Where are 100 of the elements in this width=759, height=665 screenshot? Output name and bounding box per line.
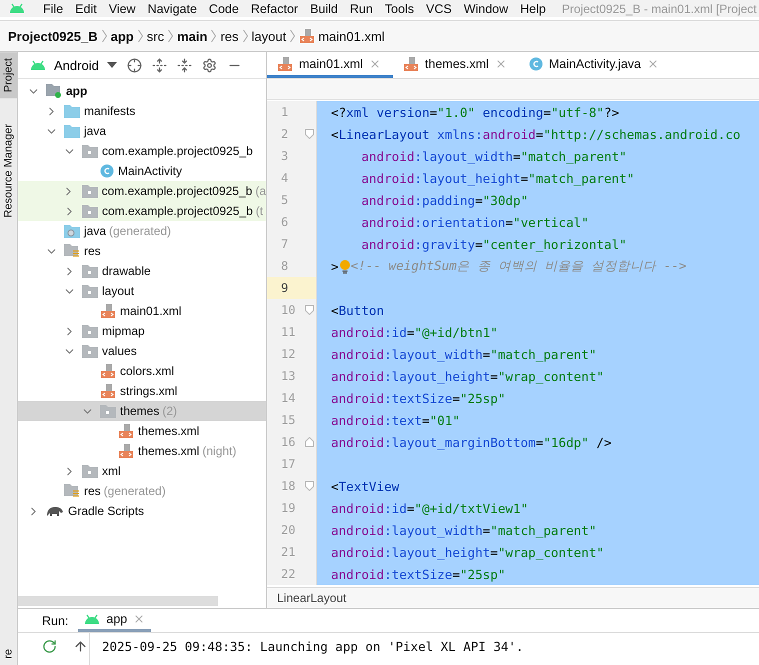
android-icon: [9, 3, 25, 14]
breadcrumb-item[interactable]: main01.xml: [299, 28, 385, 44]
code-line: android:id="@+id/txtView1": [331, 500, 528, 516]
close-icon[interactable]: [494, 58, 507, 70]
line-number: 19: [281, 501, 296, 515]
xml-file-icon: [277, 56, 293, 72]
tree-item[interactable]: layout: [18, 281, 266, 301]
tree-item[interactable]: java (generated): [18, 221, 266, 241]
chevron-right-icon: [168, 29, 174, 43]
line-number: 10: [281, 303, 296, 317]
line-number: 17: [281, 457, 296, 471]
line-number: 14: [281, 391, 296, 405]
settings-icon[interactable]: [202, 58, 217, 72]
view-selector[interactable]: Android: [30, 58, 117, 72]
rerun-icon[interactable]: [42, 639, 57, 654]
chevron-right-icon: [138, 29, 143, 43]
resource-folder-icon: [64, 244, 80, 258]
lightbulb-icon[interactable]: [338, 258, 351, 274]
code-line: android:layout_width="match_parent": [331, 346, 596, 362]
menu-item[interactable]: Window: [458, 2, 514, 16]
tree-item[interactable]: manifests: [18, 101, 266, 121]
tree-item[interactable]: themes (2): [18, 401, 266, 421]
tree-item[interactable]: com.example.project0925_b: [18, 141, 266, 161]
resource-manager-tab[interactable]: Resource Manager: [0, 118, 17, 224]
tree-item-hint: (t: [256, 204, 264, 218]
tree-item[interactable]: themes.xml: [18, 421, 266, 441]
tree-item[interactable]: mipmap: [18, 321, 266, 341]
tree-item[interactable]: res: [18, 241, 266, 261]
android-icon: [30, 60, 46, 70]
chevron-right-icon: [211, 29, 216, 43]
tree-item-hint: (generated): [104, 484, 166, 498]
close-icon[interactable]: [368, 58, 381, 70]
code-line: android:layout_width="match_parent": [331, 522, 596, 538]
tree-item[interactable]: Gradle Scripts: [18, 501, 266, 521]
tree-item[interactable]: xml: [18, 461, 266, 481]
editor-tab[interactable]: themes.xml: [392, 52, 519, 78]
tree-item-hint: (2): [162, 404, 178, 418]
elephant-icon: [46, 505, 64, 517]
xml-file-icon: [118, 423, 134, 439]
crosshair-icon[interactable]: [126, 58, 142, 72]
menu-item[interactable]: Tools: [378, 2, 420, 16]
code-line: android:layout_height="match_parent": [360, 170, 634, 186]
code-line: android:gravity="center_horizontal": [360, 236, 627, 252]
folder-icon: [82, 324, 98, 338]
line-number: 18: [281, 479, 296, 493]
menu-item[interactable]: Edit: [69, 2, 103, 16]
code-line: <LinearLayout xmlns:android="http://schemas.android.co: [331, 126, 740, 142]
folder-icon: [100, 404, 116, 418]
scrollbar[interactable]: [18, 596, 218, 606]
editor-tab[interactable]: MainActivity.java: [518, 52, 671, 78]
breadcrumb-item[interactable]: src: [146, 28, 164, 44]
xml-file-icon: [100, 363, 116, 379]
menu-item[interactable]: Navigate: [142, 2, 203, 16]
structure-breadcrumb[interactable]: LinearLayout: [267, 587, 759, 608]
close-icon[interactable]: [647, 58, 659, 70]
tree-item[interactable]: colors.xml: [18, 361, 266, 381]
class-icon: [100, 164, 114, 178]
breadcrumb-item[interactable]: layout: [252, 28, 286, 44]
tree-item[interactable]: strings.xml: [18, 381, 266, 401]
project-tool-tab[interactable]: Project: [0, 52, 17, 98]
tree-item[interactable]: app: [18, 81, 266, 101]
folder-icon: [82, 264, 98, 278]
folder-icon: [82, 144, 98, 158]
run-tab[interactable]: app: [78, 609, 152, 632]
tree-item[interactable]: values: [18, 341, 266, 361]
tree-item[interactable]: com.example.project0925_b (t: [18, 201, 266, 221]
breadcrumb-item[interactable]: Project0925_B: [8, 28, 98, 44]
tree-item[interactable]: main01.xml: [18, 301, 266, 321]
tree-item[interactable]: themes.xml (night): [18, 441, 266, 461]
line-number: 20: [281, 523, 296, 537]
menu-item[interactable]: Refactor: [244, 2, 304, 16]
tree-item[interactable]: java: [18, 121, 266, 141]
menu-item[interactable]: View: [102, 2, 142, 16]
code-line: android:id="@+id/btn1": [331, 324, 498, 340]
android-icon: [84, 614, 100, 624]
menu-item[interactable]: Help: [514, 2, 552, 16]
tree-item[interactable]: MainActivity: [18, 161, 266, 181]
expand-all-icon[interactable]: [152, 58, 167, 72]
side-tab[interactable]: re: [0, 643, 17, 665]
xml-file-icon: [299, 28, 316, 44]
code-line: android:padding="30dp": [360, 192, 528, 208]
collapse-all-icon[interactable]: [176, 58, 192, 72]
line-number: 12: [281, 347, 296, 361]
menu-item[interactable]: Run: [344, 2, 379, 16]
console-line: 2025-09-25 09:48:35: Launching app on 'Pixel XL API 34'.: [101, 638, 524, 656]
menu-item[interactable]: File: [37, 2, 70, 16]
code-line: android:textSize="25sp": [331, 390, 506, 406]
tree-item[interactable]: drawable: [18, 261, 266, 281]
breadcrumb-item[interactable]: main: [177, 28, 208, 44]
menu-item[interactable]: Code: [202, 2, 245, 16]
tree-item-hint: (night): [202, 444, 236, 458]
menu-item[interactable]: VCS: [420, 2, 458, 16]
menu-item[interactable]: Build: [304, 2, 344, 16]
code-line: <TextView: [331, 478, 400, 494]
close-icon[interactable]: [133, 613, 146, 625]
breadcrumb-item[interactable]: res: [220, 28, 238, 44]
tree-item[interactable]: res (generated): [18, 481, 266, 501]
breadcrumb-item[interactable]: app: [110, 28, 134, 44]
code-line: android:orientation="vertical": [360, 214, 589, 230]
tree-item[interactable]: com.example.project0925_b (a: [18, 181, 266, 201]
